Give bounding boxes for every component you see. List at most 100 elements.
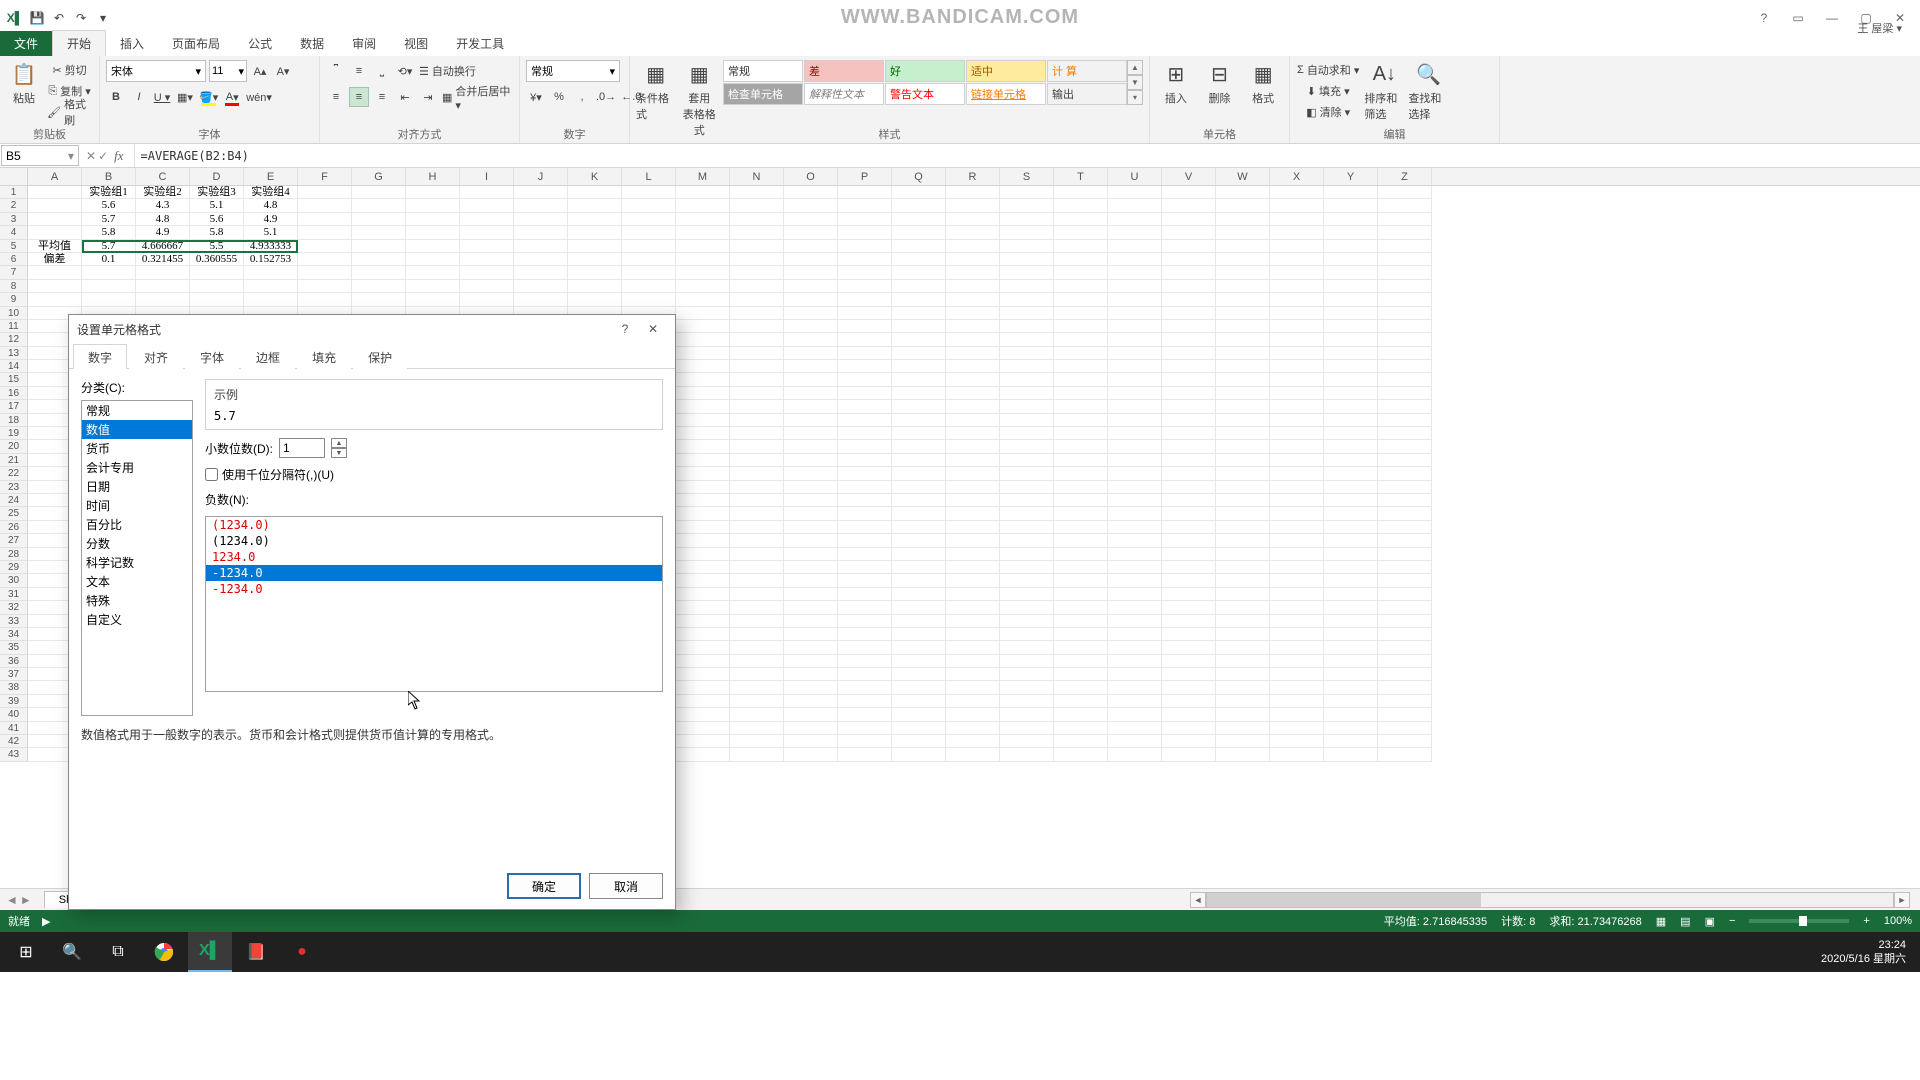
underline-button[interactable]: U ▾ bbox=[152, 87, 172, 107]
cell[interactable] bbox=[784, 628, 838, 641]
fx-icon[interactable]: fx bbox=[110, 148, 127, 164]
sheet-nav-prev-icon[interactable]: ◄ bbox=[6, 893, 18, 907]
cell[interactable] bbox=[730, 628, 784, 641]
cell[interactable] bbox=[1108, 320, 1162, 333]
cell[interactable] bbox=[730, 748, 784, 761]
cell[interactable] bbox=[1162, 481, 1216, 494]
cell[interactable] bbox=[1162, 507, 1216, 520]
row-header[interactable]: 22 bbox=[0, 467, 28, 480]
cell[interactable] bbox=[1054, 440, 1108, 453]
cell[interactable] bbox=[784, 481, 838, 494]
cell[interactable] bbox=[838, 253, 892, 266]
cell[interactable] bbox=[676, 199, 730, 212]
decimal-places-input[interactable] bbox=[279, 438, 325, 458]
cell[interactable] bbox=[1270, 534, 1324, 547]
cell[interactable] bbox=[1108, 213, 1162, 226]
cell[interactable] bbox=[730, 548, 784, 561]
cell[interactable] bbox=[946, 494, 1000, 507]
cell[interactable] bbox=[784, 199, 838, 212]
cell[interactable] bbox=[1162, 748, 1216, 761]
align-bottom-button[interactable]: ⎵ bbox=[372, 61, 392, 81]
cell[interactable] bbox=[838, 240, 892, 253]
border-button[interactable]: ▦▾ bbox=[175, 87, 195, 107]
cell[interactable] bbox=[1054, 293, 1108, 306]
dialog-help-button[interactable]: ? bbox=[611, 317, 639, 341]
row-header[interactable]: 11 bbox=[0, 320, 28, 333]
cell[interactable] bbox=[784, 507, 838, 520]
cell[interactable] bbox=[838, 681, 892, 694]
format-cells-button[interactable]: ▦格式 bbox=[1243, 60, 1283, 106]
cell[interactable]: 偏差 bbox=[28, 253, 82, 266]
cell[interactable] bbox=[352, 240, 406, 253]
cell[interactable] bbox=[1324, 561, 1378, 574]
cell[interactable] bbox=[730, 708, 784, 721]
save-icon[interactable]: 💾 bbox=[28, 9, 46, 27]
cell[interactable] bbox=[838, 427, 892, 440]
cell[interactable] bbox=[1216, 307, 1270, 320]
row-header[interactable]: 6 bbox=[0, 253, 28, 266]
cell[interactable] bbox=[1108, 333, 1162, 346]
cell[interactable] bbox=[1270, 521, 1324, 534]
column-header[interactable]: M bbox=[676, 168, 730, 185]
cell[interactable] bbox=[946, 360, 1000, 373]
cell[interactable] bbox=[1378, 534, 1432, 547]
align-center-button[interactable]: ≡ bbox=[349, 87, 369, 107]
cell[interactable] bbox=[1216, 387, 1270, 400]
cell[interactable] bbox=[1216, 668, 1270, 681]
thousands-checkbox-input[interactable] bbox=[205, 468, 218, 481]
cell[interactable] bbox=[784, 347, 838, 360]
dialog-tab[interactable]: 保护 bbox=[353, 344, 407, 369]
cell[interactable] bbox=[1216, 615, 1270, 628]
cell[interactable] bbox=[784, 681, 838, 694]
cell[interactable] bbox=[730, 467, 784, 480]
cell[interactable]: 5.7 bbox=[82, 240, 136, 253]
cell[interactable] bbox=[1054, 481, 1108, 494]
cell[interactable] bbox=[1378, 681, 1432, 694]
row-header[interactable]: 19 bbox=[0, 427, 28, 440]
cell[interactable]: 5.1 bbox=[244, 226, 298, 239]
negative-numbers-listbox[interactable]: (1234.0)(1234.0)1234.0-1234.0-1234.0 bbox=[205, 516, 663, 692]
row-header[interactable]: 12 bbox=[0, 333, 28, 346]
cell[interactable] bbox=[1108, 347, 1162, 360]
dialog-tab[interactable]: 填充 bbox=[297, 344, 351, 369]
cancel-button[interactable]: 取消 bbox=[589, 873, 663, 899]
cell[interactable] bbox=[676, 615, 730, 628]
tab-home[interactable]: 开始 bbox=[52, 30, 106, 56]
cell[interactable] bbox=[1000, 574, 1054, 587]
negative-format-item[interactable]: -1234.0 bbox=[206, 581, 662, 597]
cell[interactable] bbox=[1216, 467, 1270, 480]
cell[interactable] bbox=[1108, 427, 1162, 440]
column-header[interactable]: G bbox=[352, 168, 406, 185]
cell[interactable] bbox=[838, 561, 892, 574]
cell[interactable] bbox=[1162, 360, 1216, 373]
cell[interactable] bbox=[1108, 440, 1162, 453]
cell[interactable] bbox=[730, 400, 784, 413]
row-header[interactable]: 16 bbox=[0, 387, 28, 400]
cell[interactable] bbox=[1162, 641, 1216, 654]
cell[interactable] bbox=[1270, 601, 1324, 614]
cell[interactable] bbox=[514, 199, 568, 212]
cell[interactable] bbox=[1054, 574, 1108, 587]
cell[interactable] bbox=[946, 347, 1000, 360]
cell[interactable] bbox=[1108, 615, 1162, 628]
account-name[interactable]: 王 屋梁 ▾ bbox=[1851, 20, 1908, 34]
cell[interactable] bbox=[1378, 280, 1432, 293]
column-header[interactable]: N bbox=[730, 168, 784, 185]
cell[interactable] bbox=[946, 735, 1000, 748]
cell[interactable] bbox=[1054, 521, 1108, 534]
tab-file[interactable]: 文件 bbox=[0, 31, 52, 56]
cell[interactable] bbox=[1270, 360, 1324, 373]
dialog-close-button[interactable]: ✕ bbox=[639, 317, 667, 341]
cell[interactable] bbox=[568, 240, 622, 253]
cell[interactable] bbox=[1216, 561, 1270, 574]
cell[interactable] bbox=[838, 534, 892, 547]
gallery-up-button[interactable]: ▲ bbox=[1127, 60, 1143, 75]
cell[interactable] bbox=[1270, 481, 1324, 494]
percent-button[interactable]: % bbox=[549, 87, 569, 107]
negative-format-item[interactable]: 1234.0 bbox=[206, 549, 662, 565]
cell[interactable] bbox=[1162, 681, 1216, 694]
row-header[interactable]: 39 bbox=[0, 695, 28, 708]
category-item[interactable]: 日期 bbox=[82, 477, 192, 496]
cell[interactable] bbox=[1108, 735, 1162, 748]
cell[interactable] bbox=[784, 427, 838, 440]
